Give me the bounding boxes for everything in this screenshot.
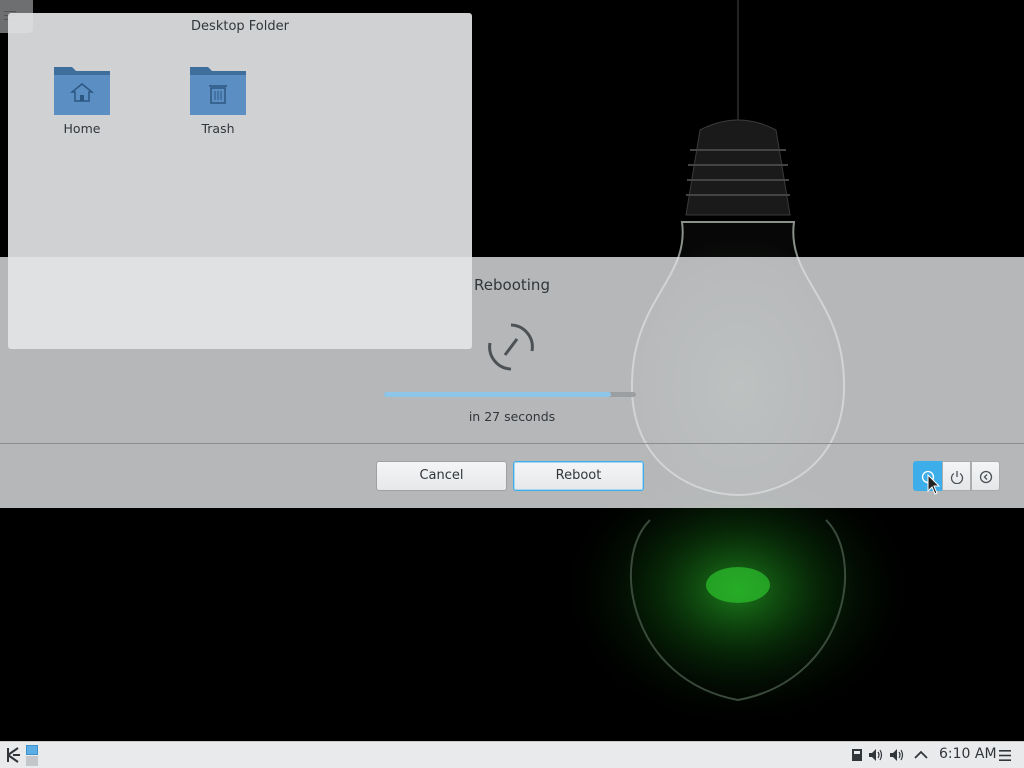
pager-desktop-1[interactable]: [26, 745, 38, 755]
logout-dialog: Rebooting in 27 seconds Cancel Reboot: [0, 257, 1024, 508]
menu-icon[interactable]: [999, 750, 1011, 761]
countdown-progress-bar: [384, 392, 636, 397]
countdown-text: in 27 seconds: [468, 409, 556, 424]
reboot-icon: [488, 323, 534, 371]
mouse-cursor-icon: [927, 474, 941, 495]
dialog-title: Rebooting: [474, 276, 550, 294]
logout-icon: [979, 470, 993, 484]
trash-folder-icon: [190, 67, 246, 115]
reboot-button[interactable]: Reboot: [513, 461, 644, 491]
desktop-item-home[interactable]: Home: [42, 61, 122, 136]
clock[interactable]: 6:10 AM: [939, 746, 997, 762]
countdown-progress-fill: [384, 392, 611, 397]
power-icon: [950, 471, 964, 484]
volume-icon[interactable]: [868, 748, 884, 762]
desktop-item-label: Home: [63, 121, 101, 136]
desktop-item-label: Trash: [201, 121, 235, 136]
taskbar: 6:10 AM: [0, 741, 1024, 768]
desktop-item-trash[interactable]: Trash: [178, 61, 258, 136]
divider: [0, 443, 1024, 444]
pager-desktop-2[interactable]: [26, 756, 38, 766]
cancel-button[interactable]: Cancel: [376, 461, 507, 491]
chevron-up-icon[interactable]: [914, 750, 928, 760]
application-launcher-icon[interactable]: [5, 746, 23, 764]
folder-home-icon: [54, 67, 110, 115]
folder-widget-title: Desktop Folder: [191, 19, 289, 34]
action-logout-button[interactable]: [971, 461, 1000, 491]
action-shutdown-button[interactable]: [942, 461, 971, 491]
volume-icon[interactable]: [889, 748, 905, 762]
device-notifier-icon[interactable]: [851, 748, 863, 762]
virtual-desktop-pager[interactable]: [26, 745, 38, 766]
